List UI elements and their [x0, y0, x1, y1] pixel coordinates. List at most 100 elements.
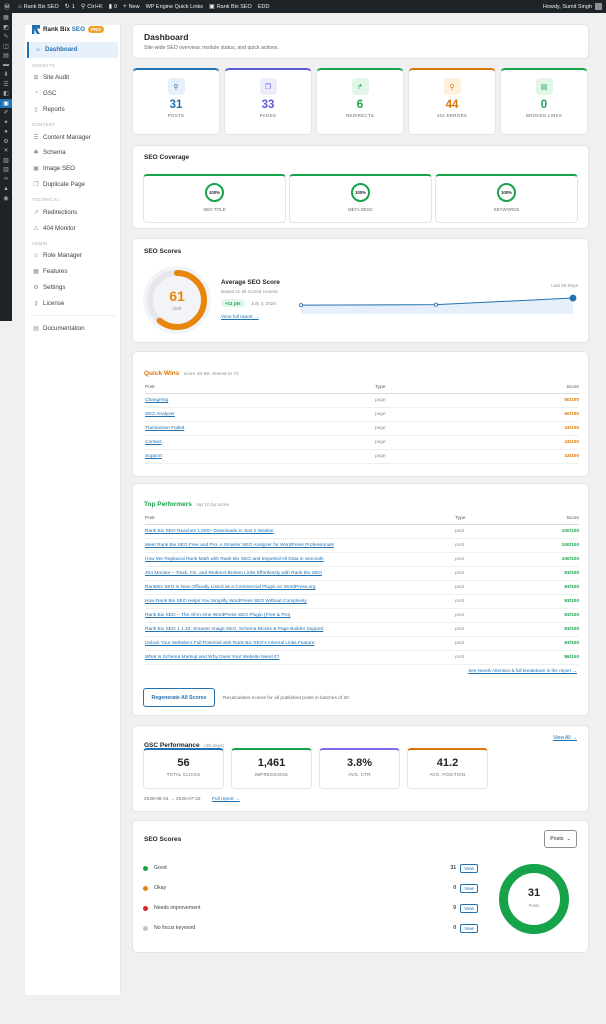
status-dot: [143, 885, 148, 891]
nav-license[interactable]: ⚷ License: [27, 295, 118, 311]
nav-schema[interactable]: ✱ Schema: [27, 145, 118, 161]
nav-redirections[interactable]: ↗ Redirections: [27, 204, 118, 220]
comments-menu-icon[interactable]: ▬: [0, 61, 12, 71]
post-link[interactable]: Transaction Failed: [145, 421, 375, 436]
refresh-icon: ↻: [64, 4, 70, 10]
gsc-view-all-link[interactable]: View All →: [553, 735, 577, 741]
adminbar-comments[interactable]: ▮ 0: [109, 3, 117, 11]
plugins-menu-icon[interactable]: ✐: [0, 108, 12, 118]
score-row-count: 0: [453, 885, 457, 891]
stat-card-404-errors[interactable]: ⚲ 44 404 ERRORS: [408, 68, 496, 135]
stat-card-pages[interactable]: ❐ 33 PAGES: [224, 68, 312, 135]
view-full-report-link[interactable]: View full report →: [221, 315, 259, 320]
post-score: 86/100: [501, 650, 579, 665]
post-link[interactable]: How Rank Bix SEO Helps You Simplify Word…: [145, 594, 455, 609]
view-button[interactable]: View: [460, 923, 478, 933]
post-score: 100/100: [501, 524, 579, 539]
gsc-full-report-link[interactable]: Full report →: [212, 797, 240, 802]
post-link[interactable]: Rank Bix SEO Reaches 1,000+ Downloads in…: [145, 524, 455, 539]
posts-menu-icon[interactable]: ✎: [0, 32, 12, 42]
post-link[interactable]: Unlock Your Website's Full Potential wit…: [145, 636, 455, 651]
layout-menu-icon[interactable]: ▥: [0, 165, 12, 175]
image-menu-icon[interactable]: ▨: [0, 156, 12, 166]
tools-menu-icon[interactable]: ✦: [0, 118, 12, 128]
nav-features[interactable]: ▦ Features: [27, 264, 118, 280]
post-link[interactable]: How We Replaced Rank Math with Rank Bix …: [145, 552, 455, 567]
post-link[interactable]: RankBix SEO is Now Officially Listed as …: [145, 580, 455, 595]
table-row: Unlock Your Website's Full Potential wit…: [145, 636, 579, 651]
pages-menu-icon[interactable]: ▤: [0, 51, 12, 61]
view-button[interactable]: View: [460, 883, 478, 893]
trend-point: [299, 303, 304, 308]
adminbar-wpengine[interactable]: WP Engine Quick Links: [146, 4, 203, 10]
post-link[interactable]: Rank Bix SEO – The All-in-One WordPress …: [145, 608, 455, 623]
rankbix-menu-icon[interactable]: ▣: [0, 98, 12, 108]
nav-site-audit[interactable]: ⊞ Site Audit: [27, 70, 118, 86]
link-menu-icon[interactable]: ∞: [0, 175, 12, 185]
nav-reports[interactable]: ▯ Reports: [27, 101, 118, 117]
post-type: page: [375, 393, 461, 408]
col-post: Post: [145, 513, 455, 525]
view-button[interactable]: View: [460, 863, 478, 873]
list-icon: ☰: [33, 134, 39, 141]
stat-label: POSTS: [167, 113, 185, 118]
post-type: page: [375, 407, 461, 422]
post-score: 43/100: [460, 449, 579, 464]
brand: Rank Bix SEO PRO: [25, 22, 120, 37]
post-link[interactable]: Contact: [145, 435, 375, 450]
wordpress-logo-icon[interactable]: Ⓦ: [4, 2, 12, 11]
collapse-menu-icon[interactable]: ◉: [0, 194, 12, 204]
stat-card-redirects[interactable]: ↱ 6 REDIRECTS: [316, 68, 404, 135]
post-link[interactable]: SEO Analyzer: [145, 407, 375, 422]
nav-duplicate-page[interactable]: ❐ Duplicate Page: [27, 177, 118, 193]
media-menu-icon[interactable]: ◫: [0, 42, 12, 52]
settings-menu-icon[interactable]: ⚙: [0, 137, 12, 147]
stat-label: PAGES: [259, 113, 277, 118]
adminbar-account[interactable]: Howdy, Sumit Singh: [543, 3, 602, 10]
adminbar-site[interactable]: ⌂ Rank Bix SEO: [18, 4, 59, 10]
dashboard-menu-icon[interactable]: ▦: [0, 13, 12, 23]
page-title: Dashboard: [144, 32, 189, 42]
brand-menu-icon[interactable]: ▲: [0, 184, 12, 194]
adminbar-new[interactable]: + New: [123, 4, 140, 10]
forms-menu-icon[interactable]: ☰: [0, 80, 12, 90]
rankbix-logo-icon: [32, 25, 40, 34]
nav-gsc[interactable]: ◔ GSC: [27, 86, 118, 102]
post-link[interactable]: Rank Bix SEO 1.1.10: Smarter Image SEO, …: [145, 622, 455, 637]
view-button[interactable]: View: [460, 903, 478, 913]
adminbar-updates[interactable]: ↻ 1: [64, 3, 75, 11]
wrench-menu-icon[interactable]: ✕: [0, 146, 12, 156]
doc-icon: ▤: [33, 325, 39, 332]
score-row-label: Okay: [154, 885, 167, 891]
card-title: SEO Scores: [144, 836, 182, 843]
nav-role-manager[interactable]: ☺ Role Manager: [27, 248, 118, 264]
post-link[interactable]: Meet Rank Bix SEO Free and Pro: A Smarte…: [145, 538, 455, 553]
post-link[interactable]: 404 Monitor – Track, Fix, and Redirect B…: [145, 566, 455, 581]
users-menu-icon[interactable]: ●: [0, 127, 12, 137]
nav-image-seo[interactable]: ▣ Image SEO: [27, 161, 118, 177]
nav-404-monitor[interactable]: ⚠ 404 Monitor: [27, 220, 118, 236]
quick-wins-table: Post Type Score Changelog page 50/100 SEO …: [145, 382, 579, 464]
needs-attention-link[interactable]: See Needs Attention & full breakdown in …: [468, 668, 577, 673]
post-type-select[interactable]: Posts ⌄: [544, 830, 577, 848]
adminbar-plugin[interactable]: ▣ Rank Bix SEO: [209, 3, 252, 11]
post-link[interactable]: Changelog: [145, 393, 375, 408]
nav-documentation[interactable]: ▤ Documentation: [27, 320, 118, 336]
adminbar-search[interactable]: ⚲ Ctrl+K: [81, 3, 103, 11]
nav-dashboard[interactable]: ⌂ Dashboard: [27, 42, 118, 58]
post-link[interactable]: Support: [145, 449, 375, 464]
redirect-arrow-icon: ↱: [351, 78, 369, 95]
score-row-count: 0: [453, 905, 457, 911]
post-link[interactable]: What Is Schema Markup and Why Does Your …: [145, 650, 455, 665]
stats-menu-icon[interactable]: ◩: [0, 23, 12, 33]
table-row: RankBix SEO is Now Officially Listed as …: [145, 580, 579, 595]
post-score: 93/100: [501, 622, 579, 637]
stat-card-posts[interactable]: ⚲ 31 POSTS: [132, 68, 220, 135]
appearance-menu-icon[interactable]: ◧: [0, 89, 12, 99]
stat-card-broken-links[interactable]: ▤ 0 BROKEN LINKS: [500, 68, 588, 135]
regenerate-scores-button[interactable]: Regenerate All Scores: [143, 688, 215, 707]
downloads-menu-icon[interactable]: ⬇: [0, 70, 12, 80]
nav-settings[interactable]: ⚙ Settings: [27, 280, 118, 296]
adminbar-edd[interactable]: EDD: [258, 4, 270, 10]
nav-content-manager[interactable]: ☰ Content Manager: [27, 129, 118, 145]
